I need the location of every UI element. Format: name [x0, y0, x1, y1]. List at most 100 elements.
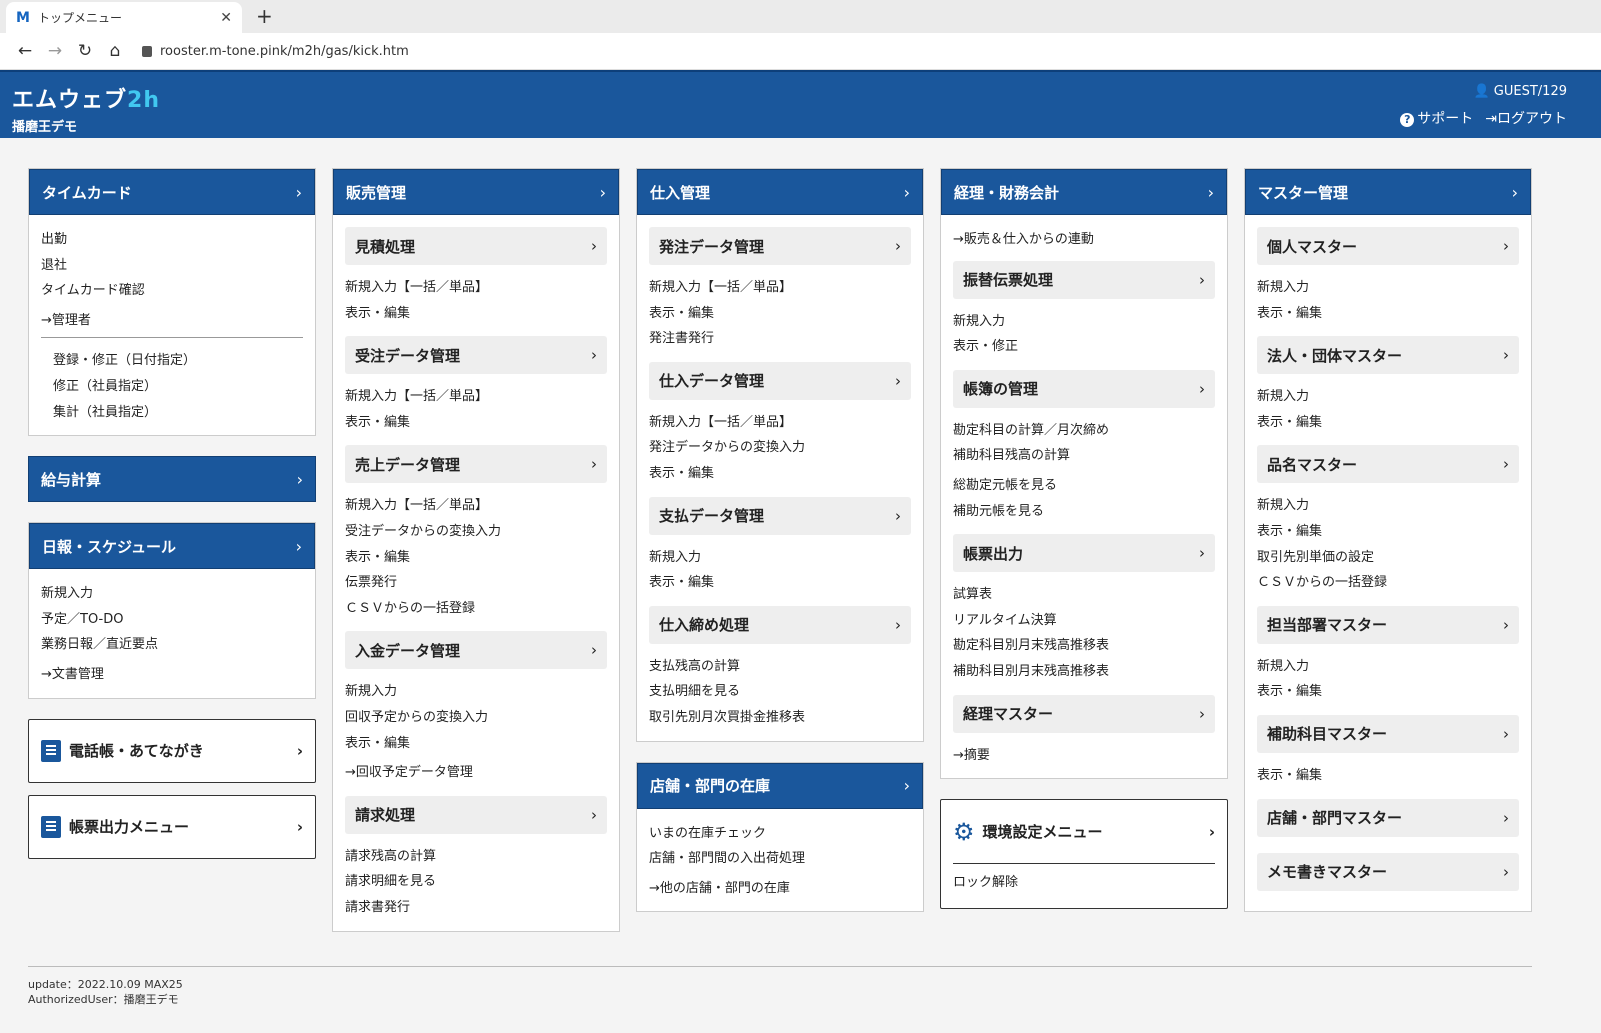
order-data-link[interactable]: 発注書発行: [649, 326, 911, 352]
dept-master-button[interactable]: 担当部署マスター ›: [1257, 605, 1519, 644]
docs-link[interactable]: →文書管理: [41, 662, 303, 688]
purchase-data-link[interactable]: 発注データからの変換入力: [649, 435, 911, 461]
reports-link[interactable]: リアルタイム決算: [953, 608, 1215, 634]
accounting-master-button[interactable]: 経理マスター ›: [953, 694, 1215, 733]
transfer-button[interactable]: 振替伝票処理 ›: [953, 260, 1215, 299]
product-master-link[interactable]: 取引先別単価の設定: [1257, 545, 1519, 571]
transfer-link[interactable]: 表示・修正: [953, 334, 1215, 360]
product-master-link[interactable]: ＣＳＶからの一括登録: [1257, 570, 1519, 596]
timecard-link-out[interactable]: 退社: [41, 253, 303, 279]
sales-data-link[interactable]: 伝票発行: [345, 570, 607, 596]
logout-link[interactable]: ⇥ログアウト: [1485, 108, 1567, 128]
payroll-header[interactable]: 給与計算 ›: [28, 456, 316, 503]
books-link[interactable]: 勘定科目の計算／月次締め: [953, 418, 1215, 444]
purchase-data-link[interactable]: 表示・編集: [649, 461, 911, 487]
order-data-link[interactable]: 表示・編集: [649, 301, 911, 327]
closing-link[interactable]: 支払残高の計算: [649, 654, 911, 680]
payment-data-link[interactable]: 表示・編集: [649, 570, 911, 596]
collection-plan-link[interactable]: →回収予定データ管理: [345, 760, 607, 786]
schedule-header[interactable]: 日報・スケジュール ›: [29, 523, 315, 570]
closing-link[interactable]: 支払明細を見る: [649, 679, 911, 705]
env-settings-button[interactable]: ⚙ 環境設定メニュー ›: [953, 800, 1215, 865]
sales-data-link[interactable]: 表示・編集: [345, 545, 607, 571]
billing-link[interactable]: 請求書発行: [345, 895, 607, 921]
sales-data-link[interactable]: 新規入力【一括／単品】: [345, 493, 607, 519]
personal-master-button[interactable]: 個人マスター ›: [1257, 227, 1519, 265]
sales-data-link[interactable]: 受注データからの変換入力: [345, 519, 607, 545]
linkage-link[interactable]: →販売＆仕入からの連動: [953, 227, 1215, 253]
master-header[interactable]: マスター管理 ›: [1245, 169, 1531, 215]
product-master-button[interactable]: 品名マスター ›: [1257, 445, 1519, 484]
billing-link[interactable]: 請求明細を見る: [345, 869, 607, 895]
admin-link-register[interactable]: 登録・修正（日付指定）: [41, 348, 303, 374]
subaccount-master-link[interactable]: 表示・編集: [1257, 763, 1519, 789]
memo-master-button[interactable]: メモ書きマスター ›: [1257, 852, 1519, 891]
admin-link-summary[interactable]: 集計（社員指定）: [41, 400, 303, 426]
corporate-master-link[interactable]: 表示・編集: [1257, 410, 1519, 436]
order-data-link[interactable]: 新規入力【一括／単品】: [649, 275, 911, 301]
product-master-link[interactable]: 表示・編集: [1257, 519, 1519, 545]
order-data-button[interactable]: 発注データ管理 ›: [649, 227, 911, 265]
timecard-header[interactable]: タイムカード ›: [29, 169, 315, 215]
url-field[interactable]: rooster.m-tone.pink/m2h/gas/kick.htm: [142, 44, 409, 59]
reports-link[interactable]: 勘定科目別月末残高推移表: [953, 633, 1215, 659]
reload-icon[interactable]: ↻: [70, 41, 100, 61]
forward-icon[interactable]: →: [40, 41, 70, 61]
estimate-button[interactable]: 見積処理 ›: [345, 227, 607, 265]
transfer-link[interactable]: 新規入力: [953, 309, 1215, 335]
timecard-link-in[interactable]: 出勤: [41, 227, 303, 253]
subaccount-master-button[interactable]: 補助科目マスター ›: [1257, 714, 1519, 753]
other-inventory-link[interactable]: →他の店舗・部門の在庫: [649, 876, 911, 902]
dept-master-link[interactable]: 新規入力: [1257, 654, 1519, 680]
reports-button[interactable]: 帳票出力 ›: [953, 534, 1215, 573]
schedule-link-new[interactable]: 新規入力: [41, 581, 303, 607]
billing-link[interactable]: 請求残高の計算: [345, 844, 607, 870]
inventory-header[interactable]: 店舗・部門の在庫 ›: [637, 762, 923, 809]
books-link[interactable]: 補助元帳を見る: [953, 499, 1215, 525]
accounting-header[interactable]: 経理・財務会計 ›: [941, 169, 1227, 215]
payment-in-link[interactable]: 新規入力: [345, 679, 607, 705]
payment-data-link[interactable]: 新規入力: [649, 545, 911, 571]
purchase-data-link[interactable]: 新規入力【一括／単品】: [649, 410, 911, 436]
summary-link[interactable]: →摘要: [953, 743, 1215, 769]
orders-button[interactable]: 受注データ管理 ›: [345, 336, 607, 375]
schedule-link-report[interactable]: 業務日報／直近要点: [41, 632, 303, 658]
back-icon[interactable]: ←: [10, 41, 40, 61]
corporate-master-link[interactable]: 新規入力: [1257, 384, 1519, 410]
product-master-link[interactable]: 新規入力: [1257, 493, 1519, 519]
purchase-header[interactable]: 仕入管理 ›: [637, 169, 923, 215]
unlock-link[interactable]: ロック解除: [953, 870, 1215, 896]
reports-link[interactable]: 補助科目別月末残高推移表: [953, 659, 1215, 685]
orders-link-new[interactable]: 新規入力【一括／単品】: [345, 384, 607, 410]
closing-button[interactable]: 仕入締め処理 ›: [649, 605, 911, 644]
store-master-button[interactable]: 店舗・部門マスター ›: [1257, 798, 1519, 837]
timecard-link-check[interactable]: タイムカード確認: [41, 278, 303, 304]
support-link[interactable]: ? サポート: [1400, 108, 1473, 128]
personal-master-link[interactable]: 新規入力: [1257, 275, 1519, 301]
personal-master-link[interactable]: 表示・編集: [1257, 301, 1519, 327]
dept-master-link[interactable]: 表示・編集: [1257, 679, 1519, 705]
payment-in-button[interactable]: 入金データ管理 ›: [345, 631, 607, 670]
schedule-link-todo[interactable]: 予定／TO-DO: [41, 607, 303, 633]
purchase-data-button[interactable]: 仕入データ管理 ›: [649, 361, 911, 400]
closing-link[interactable]: 取引先別月次買掛金推移表: [649, 705, 911, 731]
payment-in-link[interactable]: 回収予定からの変換入力: [345, 705, 607, 731]
brand[interactable]: エムウェブ2h 播磨王デモ: [12, 82, 160, 135]
phonebook-button[interactable]: 電話帳・あてながき ›: [28, 718, 316, 783]
forms-menu-button[interactable]: 帳票出力メニュー ›: [28, 794, 316, 859]
home-icon[interactable]: ⌂: [100, 41, 130, 61]
payment-data-button[interactable]: 支払データ管理 ›: [649, 496, 911, 535]
reports-link[interactable]: 試算表: [953, 582, 1215, 608]
close-icon[interactable]: ✕: [220, 10, 232, 26]
new-tab-icon[interactable]: +: [256, 4, 273, 28]
inventory-link[interactable]: 店舗・部門間の入出荷処理: [649, 846, 911, 872]
sales-header[interactable]: 販売管理 ›: [333, 169, 619, 215]
books-link[interactable]: 総勘定元帳を見る: [953, 473, 1215, 499]
books-button[interactable]: 帳簿の管理 ›: [953, 369, 1215, 408]
billing-button[interactable]: 請求処理 ›: [345, 795, 607, 834]
sales-data-button[interactable]: 売上データ管理 ›: [345, 445, 607, 484]
orders-link-view[interactable]: 表示・編集: [345, 410, 607, 436]
inventory-link[interactable]: いまの在庫チェック: [649, 821, 911, 847]
browser-tab[interactable]: M トップメニュー ✕: [6, 2, 242, 33]
sales-data-link[interactable]: ＣＳＶからの一括登録: [345, 596, 607, 622]
